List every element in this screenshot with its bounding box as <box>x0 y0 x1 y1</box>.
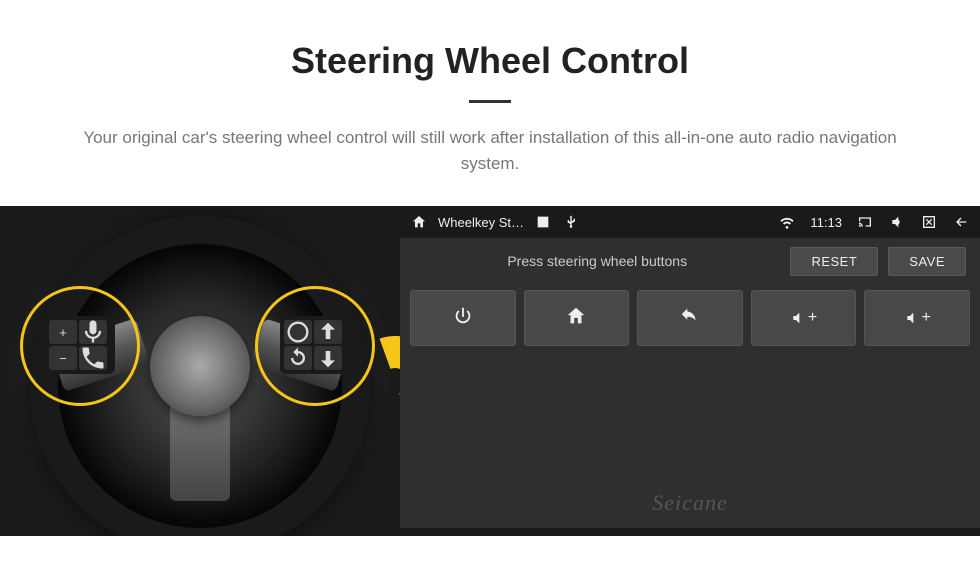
instruction-text: Press steering wheel buttons <box>414 253 780 269</box>
steering-wheel-image: + − <box>0 206 400 536</box>
wifi-icon <box>778 213 796 231</box>
wheel-hub <box>150 316 250 416</box>
wheel-btn-down <box>314 346 342 370</box>
volume-up-icon: + <box>904 309 931 327</box>
home-icon[interactable] <box>410 213 428 231</box>
title-divider <box>469 100 511 103</box>
wheel-buttons-left: + − <box>45 316 115 374</box>
wheel-btn-phone <box>79 346 107 370</box>
cast-icon[interactable] <box>856 213 874 231</box>
mute-icon[interactable] <box>888 213 906 231</box>
head-unit-screen: Wheelkey St… 11:13 <box>400 206 980 536</box>
reset-button[interactable]: RESET <box>790 247 878 276</box>
function-button-row: + + <box>400 284 980 352</box>
func-volup-button-1[interactable]: + <box>751 290 857 346</box>
power-icon <box>452 305 474 332</box>
back-nav-icon[interactable] <box>952 213 970 231</box>
app-title: Wheelkey St… <box>438 215 524 230</box>
gallery-icon[interactable] <box>534 213 552 231</box>
page-description: Your original car's steering wheel contr… <box>65 125 915 176</box>
action-bar: Press steering wheel buttons RESET SAVE <box>400 238 980 284</box>
close-app-icon[interactable] <box>920 213 938 231</box>
wheel-btn-plus: + <box>49 320 77 344</box>
back-icon <box>679 305 701 332</box>
status-bar: Wheelkey St… 11:13 <box>400 206 980 238</box>
brand-watermark: Seicane <box>400 490 980 528</box>
func-back-button[interactable] <box>637 290 743 346</box>
save-button[interactable]: SAVE <box>888 247 966 276</box>
wheel-buttons-right <box>280 316 350 374</box>
usb-icon[interactable] <box>562 213 580 231</box>
home-icon <box>565 305 587 332</box>
status-time: 11:13 <box>810 215 842 230</box>
volume-up-icon: + <box>790 309 817 327</box>
func-power-button[interactable] <box>410 290 516 346</box>
page-title: Steering Wheel Control <box>60 40 920 82</box>
wheel-btn-up <box>314 320 342 344</box>
func-home-button[interactable] <box>524 290 630 346</box>
wheel-btn-minus: − <box>49 346 77 370</box>
android-nav-bar <box>400 528 980 536</box>
wheel-btn-cycle <box>284 346 312 370</box>
wheel-btn-media <box>284 320 312 344</box>
func-volup-button-2[interactable]: + <box>864 290 970 346</box>
wheel-btn-voice <box>79 320 107 344</box>
